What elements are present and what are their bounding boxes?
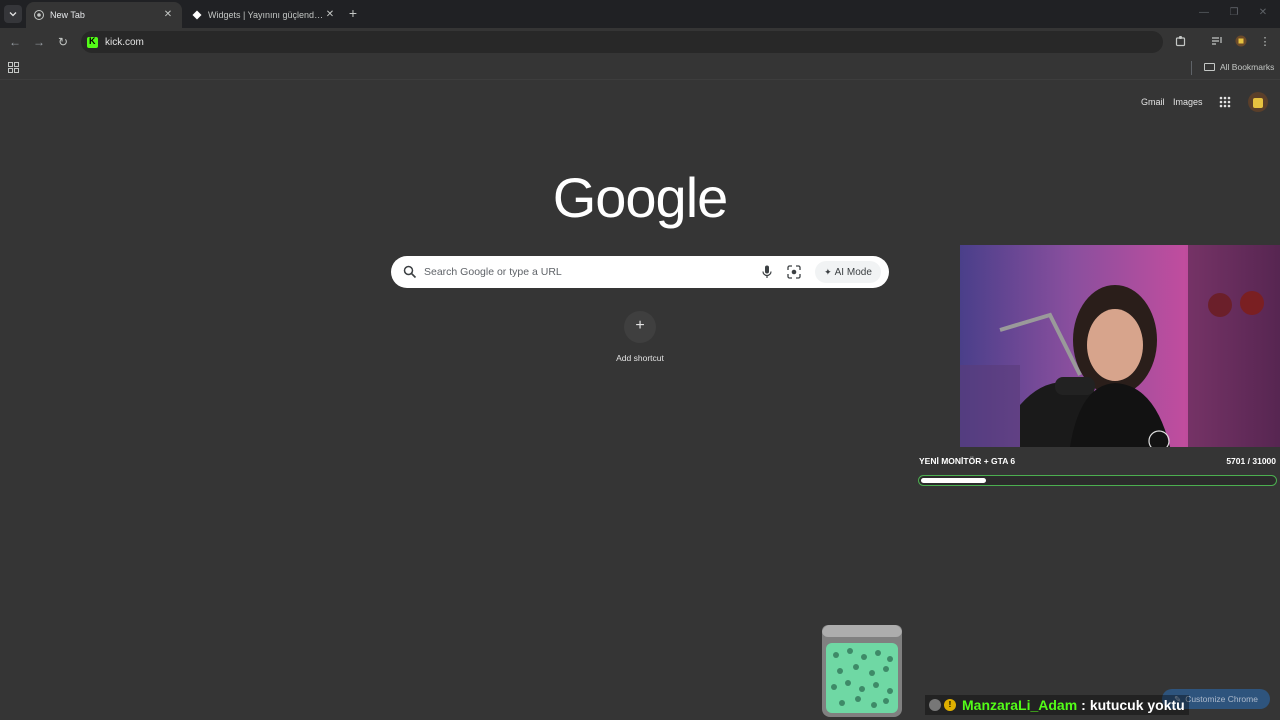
- search-box[interactable]: Search Google or type a URL ✦ AI Mode: [391, 256, 889, 288]
- chrome-icon: [34, 10, 44, 20]
- search-icon: [403, 265, 417, 279]
- chat-text: kutucuk yoktu: [1089, 697, 1185, 713]
- sparkle-search-icon: ✦: [824, 266, 832, 277]
- subscriber-badge-icon: !: [944, 699, 956, 711]
- all-bookmarks-label: All Bookmarks: [1220, 62, 1275, 72]
- close-icon[interactable]: ✕: [324, 9, 336, 21]
- bookmarks-bar: All Bookmarks: [0, 56, 1280, 80]
- images-link[interactable]: Images: [1173, 97, 1203, 107]
- goal-progress-fill: [921, 478, 986, 483]
- goal-progress-bar: [918, 475, 1277, 486]
- webcam-feed: [960, 245, 1280, 447]
- tab-widgets[interactable]: Widgets | Yayınını güçlendirmek ✕: [184, 2, 344, 28]
- tab-title: Widgets | Yayınını güçlendirmek: [208, 10, 324, 20]
- tab-title: New Tab: [50, 10, 85, 20]
- goal-current: 5701: [1226, 456, 1246, 466]
- apps-shortcut-icon[interactable]: [8, 62, 19, 73]
- tab-strip: New Tab ✕ Widgets | Yayınını güçlendirme…: [0, 0, 1280, 28]
- google-logo: Google: [552, 166, 729, 229]
- all-bookmarks-button[interactable]: All Bookmarks: [1204, 62, 1274, 72]
- bookmarks-divider: [1191, 61, 1192, 75]
- chat-message: ! ManzaraLi_Adam : kutucuk yoktu: [925, 695, 1189, 715]
- tab-new-tab[interactable]: New Tab ✕: [26, 2, 182, 28]
- kick-icon: [87, 36, 98, 48]
- profile-icon[interactable]: [1234, 35, 1248, 49]
- more-menu-icon[interactable]: ⋮: [1258, 35, 1272, 49]
- back-icon[interactable]: ←: [8, 35, 22, 49]
- add-shortcut-button[interactable]: +: [624, 311, 656, 343]
- goal-target: 31000: [1252, 456, 1276, 466]
- address-bar[interactable]: kick.com: [81, 31, 1163, 53]
- close-icon[interactable]: ✕: [162, 9, 174, 21]
- microphone-icon[interactable]: [761, 265, 773, 279]
- chat-username: ManzaraLi_Adam: [962, 697, 1078, 713]
- reload-icon[interactable]: ↻: [56, 35, 70, 49]
- jar-widget-icon: [822, 625, 902, 717]
- folder-icon: [1204, 63, 1215, 71]
- customize-chrome-label: Customize Chrome: [1185, 694, 1258, 704]
- avatar[interactable]: [1248, 92, 1268, 112]
- goal-counter: 5701 / 31000: [1226, 456, 1276, 466]
- minimize-icon[interactable]: —: [1198, 7, 1210, 19]
- tab-search-button[interactable]: [4, 5, 22, 23]
- gmail-link[interactable]: Gmail: [1141, 97, 1165, 107]
- chevron-down-icon: [9, 12, 17, 17]
- google-apps-icon[interactable]: [1219, 96, 1231, 108]
- toolbar: ← → ↻ kick.com ⋮: [0, 28, 1280, 56]
- kick-widgets-icon: [192, 10, 202, 20]
- search-input[interactable]: Search Google or type a URL: [424, 266, 562, 278]
- forward-icon[interactable]: →: [32, 35, 46, 49]
- goal-separator: /: [1247, 456, 1250, 466]
- google-lens-icon[interactable]: [787, 265, 801, 279]
- ai-mode-label: AI Mode: [834, 266, 872, 278]
- moderator-badge-icon: [929, 699, 941, 711]
- add-shortcut-label: Add shortcut: [616, 353, 664, 363]
- chat-separator: :: [1081, 697, 1086, 713]
- ai-mode-button[interactable]: ✦ AI Mode: [815, 261, 881, 283]
- extensions-icon[interactable]: [1174, 35, 1188, 49]
- media-controls-icon[interactable]: [1210, 35, 1224, 49]
- restore-icon[interactable]: ❐: [1228, 7, 1240, 19]
- url-text: kick.com: [105, 36, 144, 48]
- new-tab-button[interactable]: +: [346, 6, 360, 20]
- close-window-icon[interactable]: ✕: [1257, 7, 1269, 19]
- goal-title: YENİ MONİTÖR + GTA 6: [919, 456, 1016, 466]
